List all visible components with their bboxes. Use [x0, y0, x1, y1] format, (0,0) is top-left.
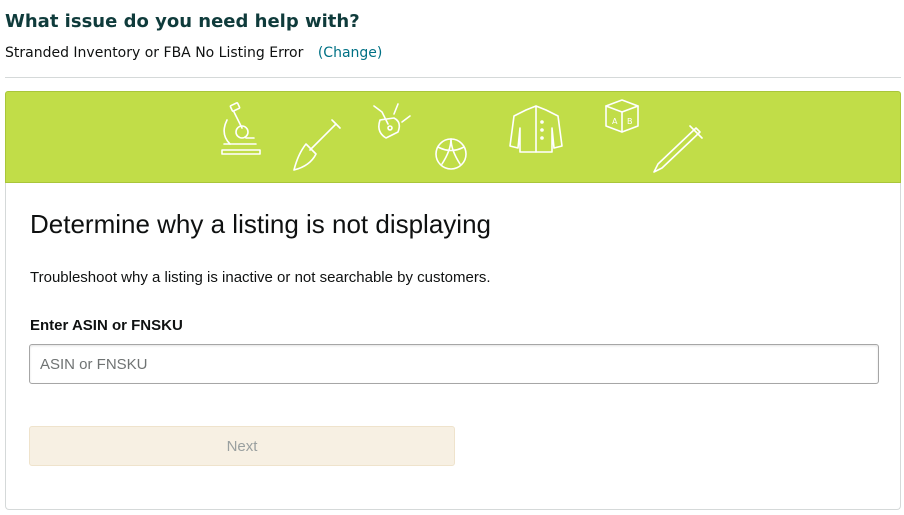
- card-description: Troubleshoot why a listing is inactive o…: [30, 269, 491, 286]
- illustration-banner: A B: [5, 91, 901, 183]
- issue-header: What issue do you need help with? Strand…: [5, 10, 901, 63]
- pen-icon: [653, 125, 703, 173]
- header-divider: [5, 77, 901, 78]
- shovel-icon: [293, 119, 341, 171]
- swiss-knife-icon: [373, 103, 411, 139]
- asin-input[interactable]: [29, 344, 879, 384]
- page-title: What issue do you need help with?: [5, 11, 360, 32]
- selected-issue: Stranded Inventory or FBA No Listing Err…: [5, 43, 901, 63]
- svg-text:B: B: [627, 117, 633, 126]
- toy-block-icon: A B: [605, 99, 639, 133]
- change-issue-link[interactable]: (Change): [318, 45, 383, 61]
- microscope-icon: [221, 102, 261, 155]
- next-button[interactable]: Next: [29, 426, 455, 466]
- card-title: Determine why a listing is not displayin…: [30, 209, 491, 239]
- listing-troubleshoot-card: Determine why a listing is not displayin…: [5, 183, 901, 510]
- asin-field-label: Enter ASIN or FNSKU: [30, 317, 183, 334]
- jacket-icon: [509, 105, 563, 153]
- selected-issue-text: Stranded Inventory or FBA No Listing Err…: [5, 45, 304, 61]
- svg-text:A: A: [612, 117, 618, 126]
- beach-ball-icon: [435, 138, 467, 170]
